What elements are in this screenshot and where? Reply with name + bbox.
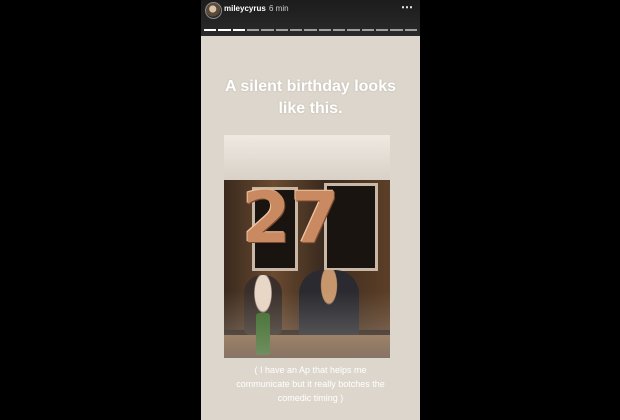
headline-line-1: A silent birthday looks — [225, 78, 396, 95]
timestamp: 6 min — [269, 4, 289, 13]
progress-segment — [347, 29, 360, 31]
avatar[interactable] — [205, 2, 222, 19]
headline-line-2: like this. — [278, 100, 343, 117]
story-headline: A silent birthday looks like this. — [201, 76, 420, 120]
caption-line-3: comedic timing ) — [277, 393, 344, 403]
progress-segment — [232, 29, 245, 31]
photo-fade — [224, 135, 390, 358]
story-caption: ( I have an Ap that helps me communicate… — [207, 363, 414, 405]
progress-segment — [375, 29, 389, 31]
story-photo: 27 — [224, 135, 390, 358]
progress-segment — [275, 29, 288, 31]
progress-segment — [289, 29, 303, 31]
progress-segment — [218, 29, 231, 31]
progress-segment — [332, 29, 346, 31]
caption-line-1: ( I have an Ap that helps me — [254, 365, 367, 375]
progress-segment — [204, 29, 217, 31]
progress-segment — [390, 29, 403, 31]
story-header: mileycyrus 6 min ⋯ — [201, 0, 420, 36]
progress-segment — [361, 29, 374, 31]
progress-segment — [318, 29, 331, 31]
username[interactable]: mileycyrus — [224, 4, 266, 13]
progress-segment — [404, 29, 417, 31]
more-options-icon[interactable]: ⋯ — [401, 0, 414, 14]
caption-line-2: communicate but it really botches the — [236, 379, 385, 389]
story-progress-bar — [204, 29, 417, 32]
progress-segment — [304, 29, 317, 31]
story-viewer[interactable]: mileycyrus 6 min ⋯ A silent birthday loo… — [201, 0, 420, 420]
progress-segment — [261, 29, 274, 31]
progress-segment — [246, 29, 260, 31]
